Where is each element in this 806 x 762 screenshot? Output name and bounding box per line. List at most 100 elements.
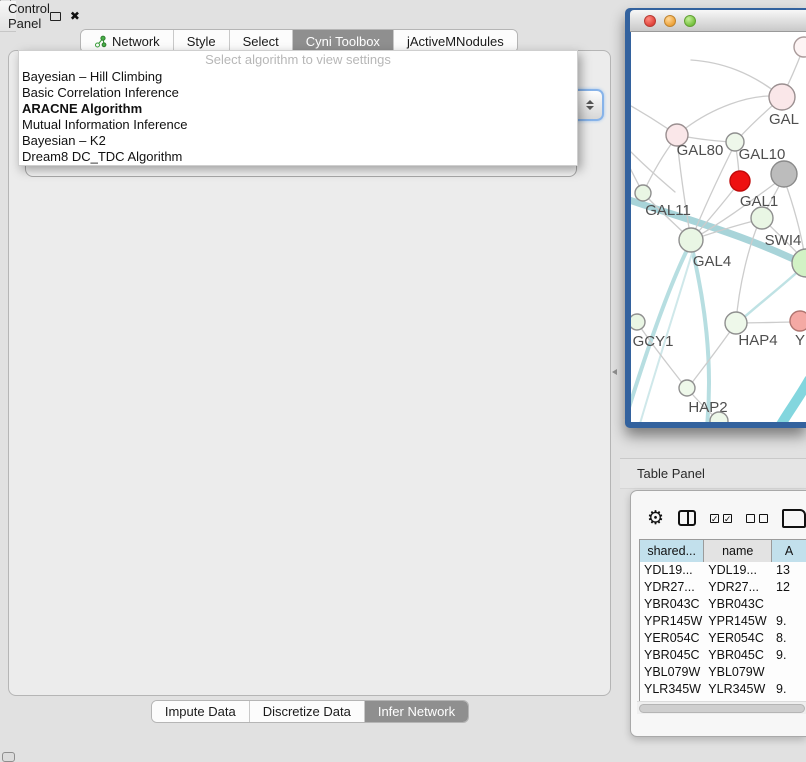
table-panel-title: Table Panel — [637, 466, 705, 481]
tab-label: Select — [243, 34, 279, 49]
table-cell: 9. — [772, 681, 806, 698]
unchecked-pair-icon[interactable] — [746, 514, 768, 523]
minimized-panel-icon[interactable] — [2, 752, 15, 762]
table-cell: YBR043C — [640, 596, 704, 613]
zoom-light-icon[interactable] — [684, 15, 696, 27]
table-cell: YPR145W — [640, 613, 704, 630]
table-body: YDL19...YDL19...13YDR27...YDR27...12YBR0… — [640, 562, 806, 701]
tab-infer-network[interactable]: Infer Network — [365, 701, 468, 722]
table-header-row: shared...nameA — [640, 540, 806, 562]
node-label: GCY1 — [633, 333, 674, 350]
network-edge — [741, 267, 803, 320]
columns-icon[interactable] — [678, 510, 696, 526]
node-gcy1[interactable] — [631, 314, 645, 330]
algorithm-option-bayesian-k2[interactable]: Bayesian – K2 — [19, 133, 577, 149]
table-row[interactable]: YER054CYER054C8. — [640, 630, 806, 647]
network-icon — [94, 35, 107, 48]
tab-label: Network — [112, 34, 160, 49]
node-gal[interactable] — [769, 84, 795, 110]
node-gal11[interactable] — [635, 185, 651, 201]
tab-network[interactable]: Network — [81, 30, 174, 52]
table-horizontal-scrollbar[interactable] — [637, 701, 806, 714]
algorithm-list: Bayesian – Hill ClimbingBasic Correlatio… — [19, 69, 577, 165]
spinner-icon — [586, 100, 594, 110]
table-row[interactable]: YBR045CYBR045C9. — [640, 647, 806, 664]
network-window-titlebar[interactable] — [630, 10, 806, 32]
node-label: SWI4 — [765, 232, 802, 249]
table-cell: YBR045C — [640, 647, 704, 664]
node-unlabeled[interactable] — [794, 37, 806, 57]
node-label: Y — [795, 332, 805, 349]
close-light-icon[interactable] — [644, 15, 656, 27]
bottom-tab-bar: Impute DataDiscretize DataInfer Network — [0, 700, 620, 723]
table-row[interactable]: YPR145WYPR145W9. — [640, 613, 806, 630]
table-row[interactable]: YDL19...YDL19...13 — [640, 562, 806, 579]
algorithm-option-dream8-dc-tdc-algorithm[interactable]: Dream8 DC_TDC Algorithm — [19, 149, 577, 165]
gear-icon[interactable]: ⚙ — [647, 509, 664, 528]
control-panel-window: Control Panel ✖ NetworkStyleSelectCyni T… — [0, 0, 1, 2]
tab-discretize-data[interactable]: Discretize Data — [250, 701, 365, 722]
network-graph: GALGAL80GAL10GAL1GAL11SWI4GAL4GCY1HAP4YH… — [631, 32, 806, 422]
node-unlabeled[interactable] — [730, 171, 750, 191]
tab-style[interactable]: Style — [174, 30, 230, 52]
table-cell: 12 — [772, 579, 806, 596]
tab-label: Cyni Toolbox — [306, 34, 380, 49]
table-cell: YPR145W — [704, 613, 772, 630]
table-cell: YDL19... — [640, 562, 704, 579]
network-view-window: GALGAL80GAL10GAL1GAL11SWI4GAL4GCY1HAP4YH… — [625, 8, 806, 428]
node-y[interactable] — [790, 311, 806, 331]
table-cell: YBR045C — [704, 647, 772, 664]
node-gal1[interactable] — [751, 207, 773, 229]
column-header-name[interactable]: name — [704, 540, 772, 562]
table-cell: 9. — [772, 647, 806, 664]
node-unlabeled[interactable] — [771, 161, 797, 187]
node-label: HAP4 — [738, 332, 777, 349]
column-header-shared-[interactable]: shared... — [640, 540, 704, 562]
node-swi4[interactable] — [792, 249, 806, 277]
control-panel-title: Control Panel — [8, 1, 50, 31]
algorithm-option-bayesian-hill-climbing[interactable]: Bayesian – Hill Climbing — [19, 69, 577, 85]
algorithm-option-mutual-information-inference[interactable]: Mutual Information Inference — [19, 117, 577, 133]
table-row[interactable]: YBL079WYBL079W — [640, 664, 806, 681]
table-cell: 9. — [772, 613, 806, 630]
table-cell — [772, 664, 806, 681]
table-cell: YDR27... — [704, 579, 772, 596]
node-hap2[interactable] — [679, 380, 695, 396]
network-edge — [631, 152, 675, 192]
algorithm-dropdown-placeholder: Select algorithm to view settings — [19, 51, 577, 69]
network-edge — [691, 60, 782, 97]
algorithm-option-aracne-algorithm[interactable]: ARACNE Algorithm — [19, 101, 577, 117]
node-hap4[interactable] — [725, 312, 747, 334]
table-cell: YBL079W — [704, 664, 772, 681]
table-toolbar: ⚙ ✓✓ — [631, 501, 806, 535]
checked-pair-icon[interactable]: ✓✓ — [710, 514, 732, 523]
algorithm-option-basic-correlation-inference[interactable]: Basic Correlation Inference — [19, 85, 577, 101]
page-icon[interactable] — [782, 509, 806, 528]
node-label: GAL10 — [739, 146, 786, 163]
table-row[interactable]: YDR27...YDR27...12 — [640, 579, 806, 596]
network-edge — [643, 139, 675, 193]
table-row[interactable]: YLR345WYLR345W9. — [640, 681, 806, 698]
table-cell: 8. — [772, 630, 806, 647]
scrollbar-thumb[interactable] — [639, 704, 805, 713]
float-icon[interactable] — [50, 12, 61, 21]
network-edge — [677, 96, 782, 135]
node-gal4[interactable] — [679, 228, 703, 252]
tab-label: jActiveMNodules — [407, 34, 504, 49]
table-row[interactable]: YBR043CYBR043C — [640, 596, 806, 613]
control-panel-titlebar: Control Panel ✖ — [0, 1, 16, 32]
node-label: GAL1 — [740, 193, 778, 210]
tab-jactivemnodules[interactable]: jActiveMNodules — [394, 30, 517, 52]
column-header-a[interactable]: A — [772, 540, 806, 562]
tab-impute-data[interactable]: Impute Data — [152, 701, 250, 722]
splitter-collapse-icon[interactable] — [612, 369, 617, 375]
table-cell — [772, 596, 806, 613]
node-table: shared...nameA YDL19...YDL19...13YDR27..… — [639, 539, 806, 701]
network-canvas[interactable]: GALGAL80GAL10GAL1GAL11SWI4GAL4GCY1HAP4YH… — [631, 32, 806, 422]
close-icon[interactable]: ✖ — [70, 10, 80, 22]
tab-select[interactable]: Select — [230, 30, 293, 52]
table-cell: YBR043C — [704, 596, 772, 613]
tab-cyni-toolbox[interactable]: Cyni Toolbox — [293, 30, 394, 52]
minimize-light-icon[interactable] — [664, 15, 676, 27]
table-panel-titlebar: Table Panel — [620, 458, 806, 489]
